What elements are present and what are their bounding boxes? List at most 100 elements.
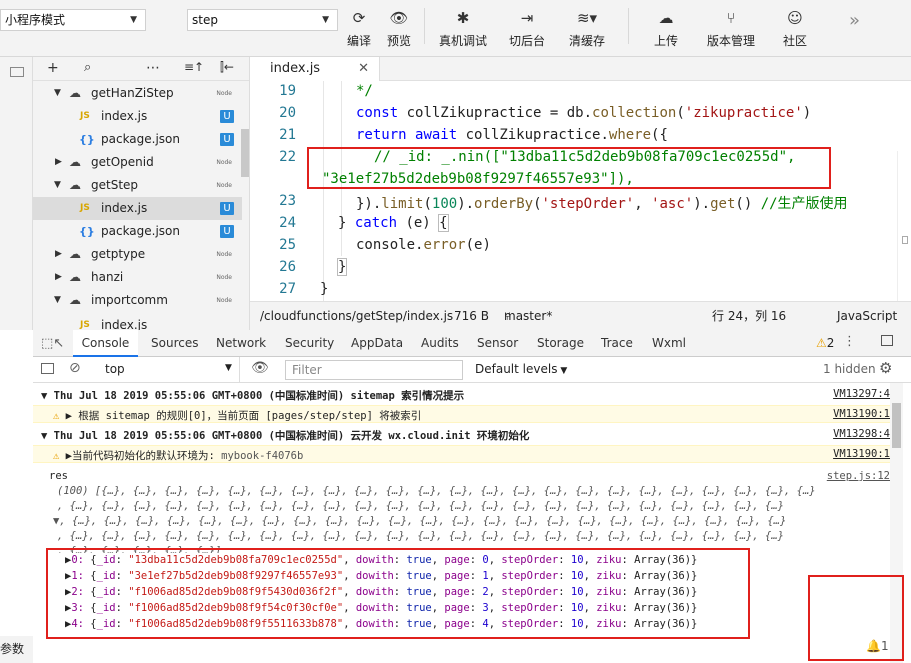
tree-folder-importcomm[interactable]: ▼ ☁ importcomm Node: [33, 289, 242, 312]
tab-sources[interactable]: Sources: [151, 330, 198, 357]
dock-icon[interactable]: [881, 335, 893, 346]
log-group-header[interactable]: ▼ Thu Jul 18 2019 05:55:06 GMT+0800 (中国标…: [41, 388, 464, 403]
caret-right-icon: ▶: [55, 157, 62, 167]
version-manage-button[interactable]: ⑂ 版本管理: [704, 8, 758, 52]
collapse-icon[interactable]: ⫿←: [220, 60, 234, 75]
tab-sensor[interactable]: Sensor: [477, 330, 518, 357]
tab-wxml[interactable]: Wxml: [652, 330, 686, 357]
log-group-header[interactable]: ▼ Thu Jul 18 2019 05:55:06 GMT+0800 (中国标…: [41, 428, 529, 443]
source-link[interactable]: VM13297:4: [833, 388, 890, 400]
log-levels-select[interactable]: Default levels ▼: [475, 362, 567, 376]
compile-button[interactable]: ⟳ 编译: [341, 8, 377, 52]
array-entry[interactable]: ▶0: {_id: "13dba11c5d2deb9b08fa709c1ec02…: [65, 554, 697, 566]
close-icon[interactable]: ✕: [358, 57, 369, 81]
warning-message[interactable]: ⚠ ▶当前代码初始化的默认环境为: mybook-f4076b: [53, 448, 303, 463]
tab-network[interactable]: Network: [216, 330, 266, 357]
main-toolbar: 小程序模式 ▼ step ▼ ⟳ 编译 👁 预览 ✱ 真机调试 ⇥ 切后台 ≋▾…: [0, 0, 911, 57]
tab-console[interactable]: Console: [73, 330, 138, 357]
code-area[interactable]: 19 */ 20 const collZikupractice = db.col…: [250, 81, 911, 301]
mode-select-value: 小程序模式: [5, 13, 66, 27]
notification-bell[interactable]: 🔔1: [866, 639, 889, 653]
source-link[interactable]: VM13298:4: [833, 428, 890, 440]
language-mode[interactable]: JavaScript: [837, 302, 897, 330]
preview-button[interactable]: 👁 预览: [381, 8, 417, 52]
cursor-position[interactable]: 行 24，列 16: [712, 302, 786, 330]
editor-scrollbar[interactable]: [897, 151, 911, 301]
tree-file[interactable]: {} package.json U: [33, 128, 242, 151]
clear-cache-button[interactable]: ≋▾ 清缓存: [565, 8, 609, 52]
tab-security[interactable]: Security: [285, 330, 334, 357]
eye-icon[interactable]: 👁: [251, 360, 269, 376]
file-tree-scrollbar[interactable]: [241, 129, 249, 177]
editor-tab-index-js[interactable]: index.js ✕: [250, 57, 380, 81]
caret-right-icon: ▶: [55, 249, 62, 259]
more-vertical-icon[interactable]: ⋮: [843, 334, 856, 349]
compile-mode-select[interactable]: step ▼: [187, 9, 338, 31]
scroll-thumb[interactable]: [902, 236, 908, 244]
more-chevron-icon[interactable]: »: [849, 10, 860, 31]
inspect-icon[interactable]: ⬚↖: [41, 336, 64, 351]
js-file-icon: JS: [80, 111, 90, 121]
background-button[interactable]: ⇥ 切后台: [505, 8, 549, 52]
array-entry[interactable]: ▶4: {_id: "f1006ad85d2deb9b08f9f5511633b…: [65, 618, 697, 630]
scroll-thumb[interactable]: [892, 403, 901, 448]
tree-folder-getptype[interactable]: ▶ ☁ getptype Node: [33, 243, 242, 266]
source-link[interactable]: VM13190:1: [833, 408, 890, 420]
array-entry[interactable]: ▶1: {_id: "3e1ef27b5d2deb9b08f9297f46557…: [65, 570, 697, 582]
tree-file[interactable]: JS index.js U: [33, 105, 242, 128]
code-line: // _id: _.nin(["13dba11c5d2deb9b08fa709c…: [374, 149, 796, 165]
line-number: 25: [279, 237, 296, 253]
file-tree: + ⌕ ⋯ ≡↑ ⫿← ▼ ☁ getHanZiStep Node JS ind…: [33, 57, 250, 330]
tree-file[interactable]: JS index.js: [33, 314, 242, 330]
tab-audits[interactable]: Audits: [421, 330, 459, 357]
upload-button[interactable]: ☁ 上传: [648, 8, 684, 52]
line-number: 27: [279, 281, 296, 297]
tree-file-selected[interactable]: JS index.js U: [33, 197, 242, 220]
filter-input[interactable]: Filter: [285, 360, 463, 380]
search-icon[interactable]: ⌕: [84, 60, 91, 75]
array-preview[interactable]: (100) [{…}, {…}, {…}, {…}, {…}, {…}, {…}…: [57, 485, 816, 497]
log-text: 当前代码初始化的默认环境为:: [71, 450, 215, 462]
array-entry[interactable]: ▶2: {_id: "f1006ad85d2deb9b08f9f5430d036…: [65, 586, 697, 598]
tab-trace[interactable]: Trace: [601, 330, 633, 357]
sort-icon[interactable]: ≡↑: [184, 60, 204, 74]
tree-folder-gethanzistep[interactable]: ▼ ☁ getHanZiStep Node: [33, 82, 242, 105]
tree-file[interactable]: {} package.json U: [33, 220, 242, 243]
clear-console-icon[interactable]: ⊘: [69, 360, 81, 376]
tree-folder-getopenid[interactable]: ▶ ☁ getOpenid Node: [33, 151, 242, 174]
caret-right-icon: ▶: [55, 272, 62, 282]
array-expand-toggle[interactable]: ▼, {…}, {…}, {…}, {…}, {…}, {…}, {…}, {……: [53, 515, 786, 527]
mode-select[interactable]: 小程序模式 ▼: [0, 9, 146, 31]
tree-label: package.json: [101, 224, 181, 238]
context-value: top: [105, 362, 125, 376]
array-entry[interactable]: ▶3: {_id: "f1006ad85d2deb9b08f9f54c0f30c…: [65, 602, 697, 614]
gear-icon[interactable]: ⚙: [879, 359, 892, 377]
line-number: 19: [279, 83, 296, 99]
caret-down-icon: ▼: [54, 88, 61, 98]
log-text: Thu Jul 18 2019 05:55:06 GMT+0800 (中国标准时…: [53, 430, 530, 442]
line-number: 26: [279, 259, 296, 275]
tree-folder-getstep[interactable]: ▼ ☁ getStep Node: [33, 174, 242, 197]
console-scrollbar[interactable]: [890, 383, 903, 663]
remote-debug-button[interactable]: ✱ 真机调试: [436, 8, 490, 52]
chevron-down-icon: ▼: [130, 15, 137, 25]
tree-label: getOpenid: [91, 155, 154, 169]
more-icon[interactable]: ⋯: [146, 60, 160, 76]
warning-counter[interactable]: ⚠2: [816, 336, 834, 350]
community-button[interactable]: ☺ 社区: [777, 8, 813, 52]
log-levels-value: Default levels: [475, 362, 558, 376]
panel-toggle-icon[interactable]: [10, 67, 24, 77]
sidebar-toggle-icon[interactable]: [41, 363, 54, 374]
tree-folder-hanzi[interactable]: ▶ ☁ hanzi Node: [33, 266, 242, 289]
tab-appdata[interactable]: AppData: [351, 330, 403, 357]
hidden-count: 1 hidden: [823, 362, 876, 376]
source-link[interactable]: step.js:12: [827, 470, 890, 482]
add-icon[interactable]: +: [47, 60, 59, 76]
code-editor: index.js ✕ 19 */ 20 const collZikupracti…: [250, 57, 911, 330]
source-link[interactable]: VM13190:1: [833, 448, 890, 460]
warning-message[interactable]: ⚠ ▶ 根据 sitemap 的规则[0]，当前页面 [pages/step/s…: [53, 408, 421, 423]
params-label[interactable]: 参数: [0, 640, 24, 657]
tab-storage[interactable]: Storage: [537, 330, 584, 357]
context-select[interactable]: top ▼: [95, 357, 240, 382]
layers-icon: ≋▾: [576, 9, 598, 27]
